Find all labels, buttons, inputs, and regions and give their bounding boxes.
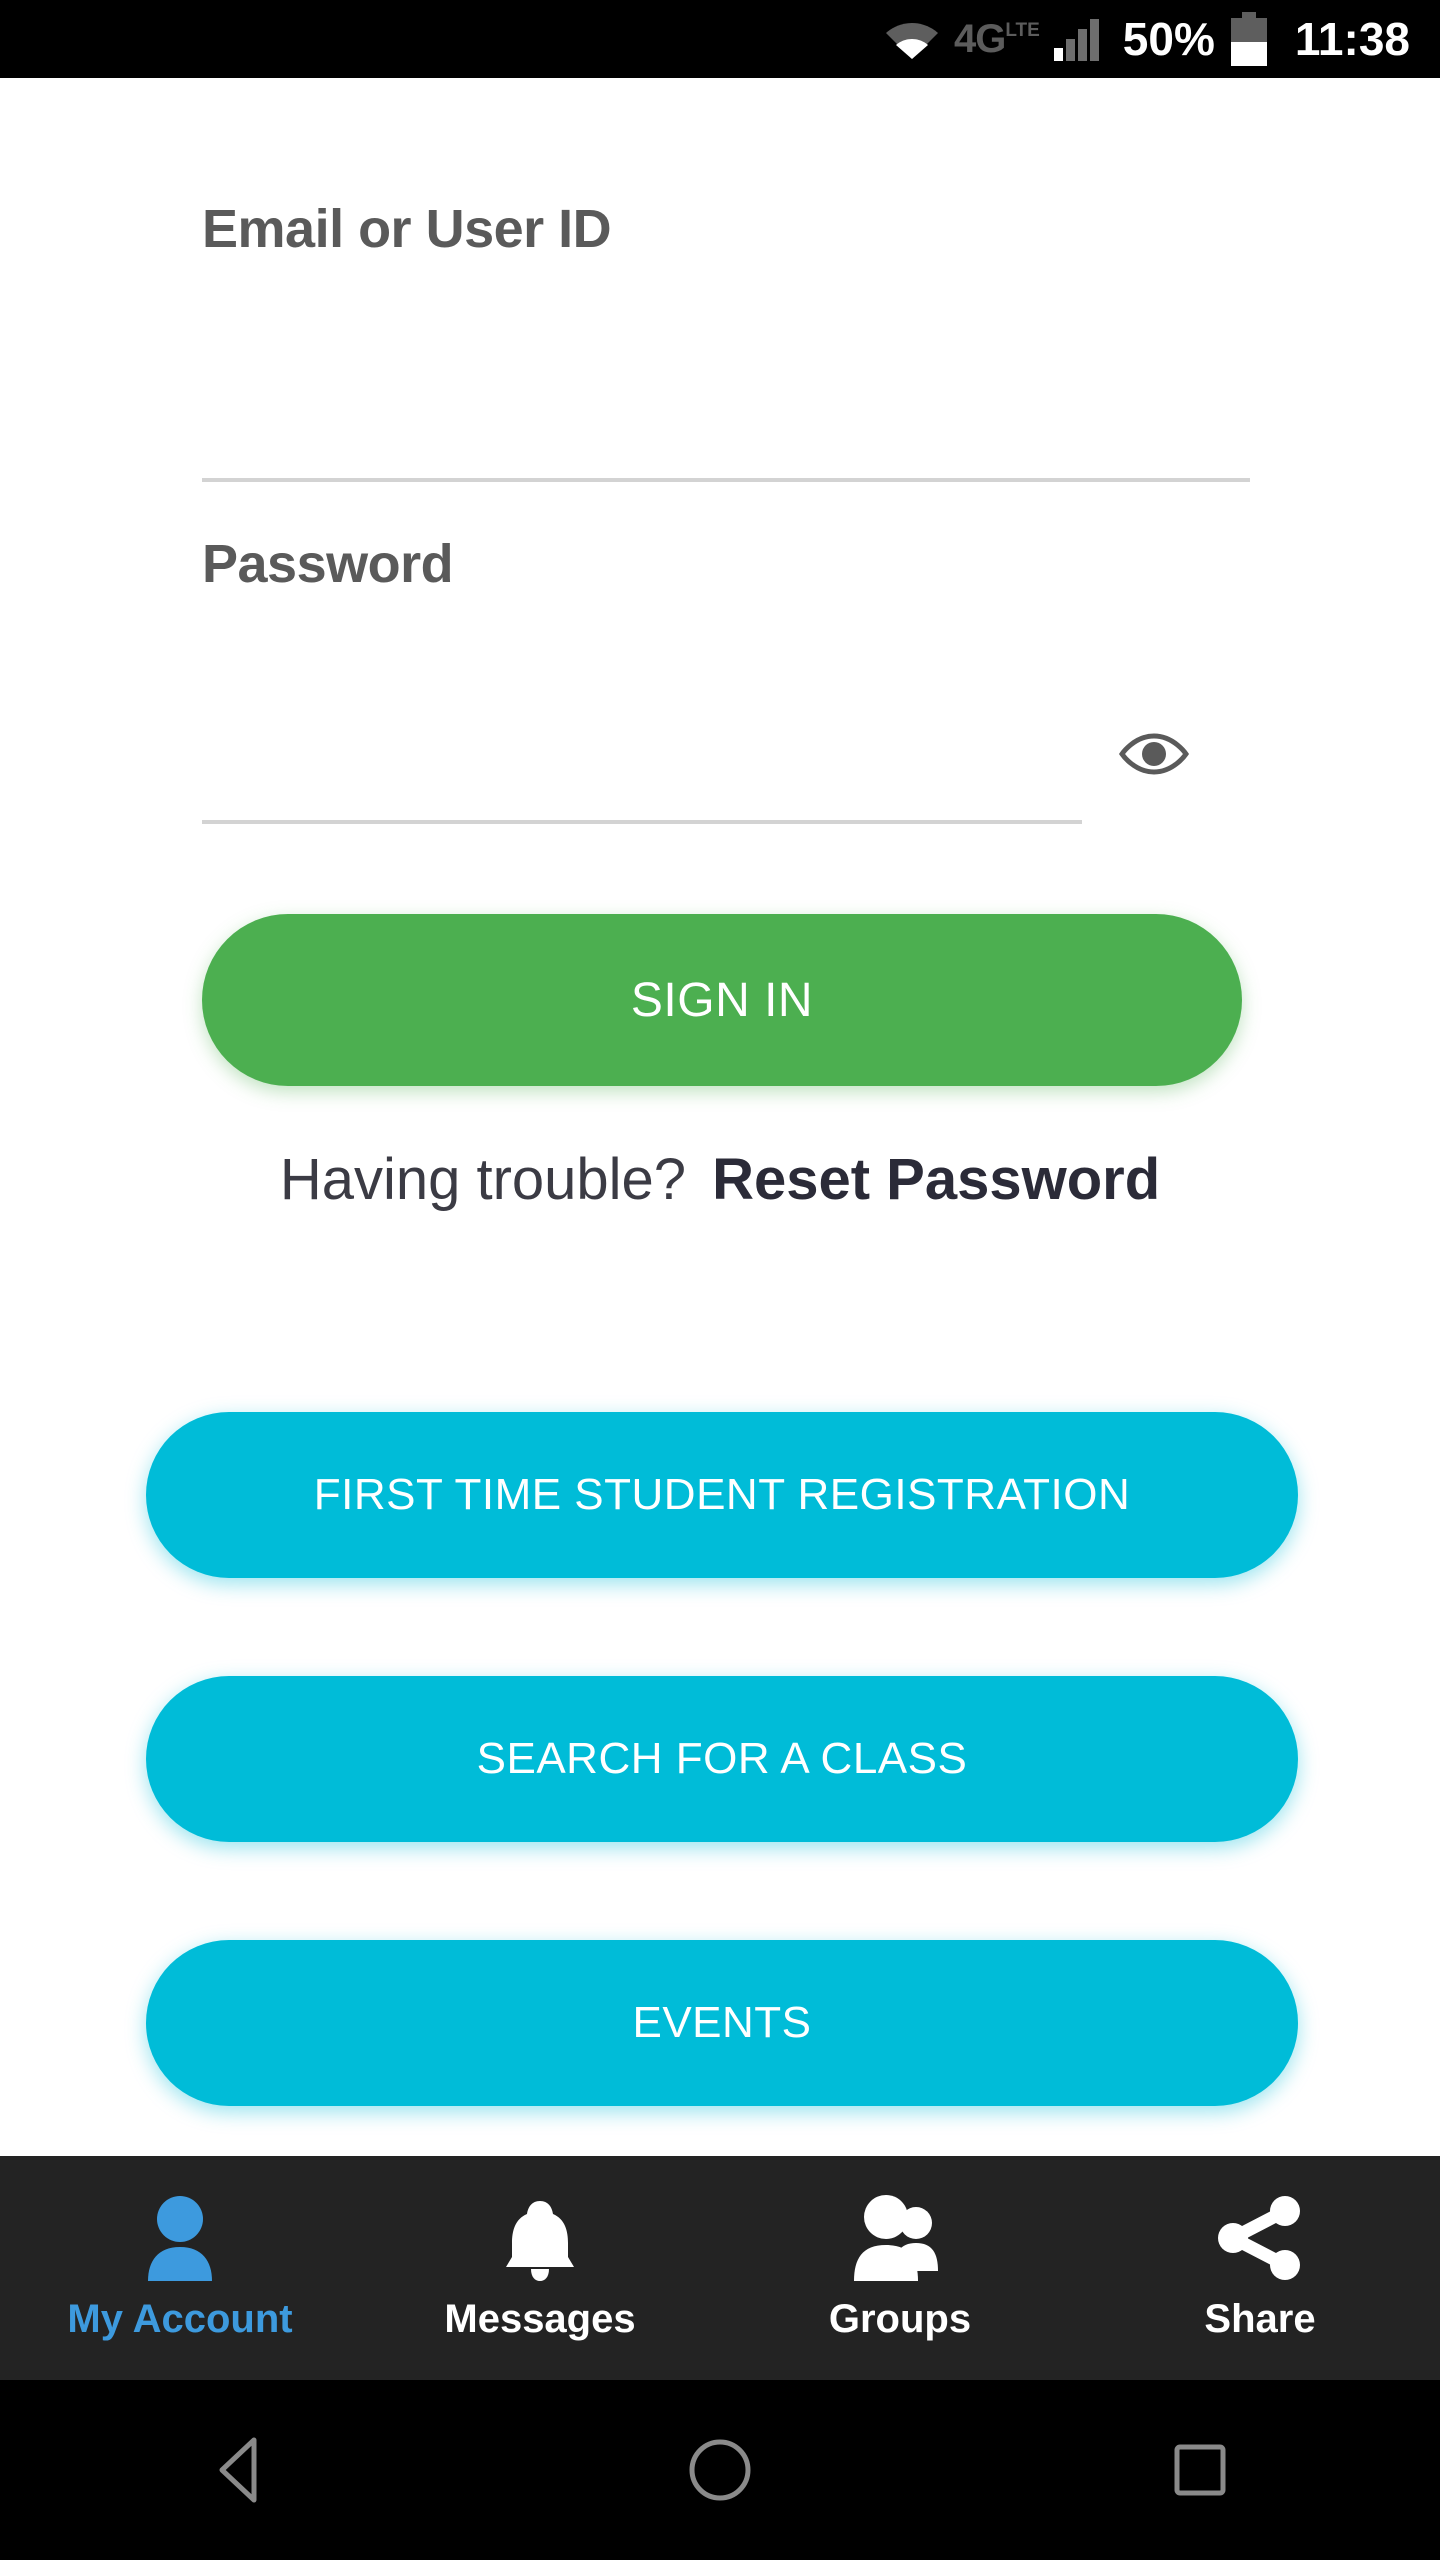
email-input[interactable] <box>202 348 1250 478</box>
recents-square-icon[interactable] <box>960 2435 1440 2505</box>
reset-password-link[interactable]: Reset Password <box>712 1146 1160 1213</box>
app-screen: 4G LTE 50% 11:38 Email or User ID Passwo… <box>0 0 1440 2560</box>
tab-share[interactable]: Share <box>1080 2156 1440 2380</box>
email-input-underline <box>202 478 1250 482</box>
search-for-a-class-label: SEARCH FOR A CLASS <box>476 1734 968 1783</box>
network-sub-text: LTE <box>1005 19 1040 41</box>
sign-in-button-label: SIGN IN <box>630 973 814 1027</box>
home-circle-icon[interactable] <box>480 2435 960 2505</box>
android-navigation-bar <box>0 2380 1440 2560</box>
tab-groups[interactable]: Groups <box>720 2156 1080 2380</box>
wifi-icon <box>884 17 940 61</box>
share-icon <box>1215 2195 1305 2281</box>
sign-in-button[interactable]: SIGN IN <box>202 914 1242 1086</box>
battery-icon <box>1230 12 1267 66</box>
status-bar: 4G LTE 50% 11:38 <box>0 0 1440 78</box>
people-icon <box>850 2194 950 2281</box>
search-for-a-class-button[interactable]: SEARCH FOR A CLASS <box>146 1676 1298 1842</box>
password-input[interactable] <box>202 688 1062 818</box>
events-label: EVENTS <box>632 1998 812 2047</box>
eye-icon[interactable] <box>1118 728 1190 780</box>
email-field-group: Email or User ID <box>0 198 1440 260</box>
having-trouble-label: Having trouble? <box>279 1147 687 1212</box>
email-field-label: Email or User ID <box>202 199 612 259</box>
help-row: Having trouble? Reset Password <box>0 1146 1440 1213</box>
password-input-underline <box>202 820 1082 824</box>
first-time-student-registration-label: FIRST TIME STUDENT REGISTRATION <box>313 1470 1131 1519</box>
tab-groups-label: Groups <box>828 2296 972 2341</box>
battery-percent-label: 50% <box>1122 13 1215 65</box>
password-field-label: Password <box>202 534 454 594</box>
back-triangle-icon[interactable] <box>0 2435 480 2505</box>
password-field-group: Password <box>0 533 1440 595</box>
login-content: Email or User ID Password SIGN IN Having… <box>0 78 1440 2156</box>
tab-share-label: Share <box>1204 2296 1316 2341</box>
bell-icon <box>500 2195 580 2281</box>
tab-messages[interactable]: Messages <box>360 2156 720 2380</box>
tab-my-account[interactable]: My Account <box>0 2156 360 2380</box>
bottom-tab-bar: My Account Messages Groups Share <box>0 2156 1440 2380</box>
tab-messages-label: Messages <box>444 2296 636 2341</box>
tab-my-account-label: My Account <box>67 2296 293 2341</box>
signal-bars-icon <box>1053 17 1099 61</box>
events-button[interactable]: EVENTS <box>146 1940 1298 2106</box>
network-type-text: 4G <box>953 16 1006 61</box>
clock-label: 11:38 <box>1294 13 1410 65</box>
network-type-label: 4G LTE <box>954 17 1040 62</box>
first-time-student-registration-button[interactable]: FIRST TIME STUDENT REGISTRATION <box>146 1412 1298 1578</box>
person-icon <box>140 2195 220 2281</box>
